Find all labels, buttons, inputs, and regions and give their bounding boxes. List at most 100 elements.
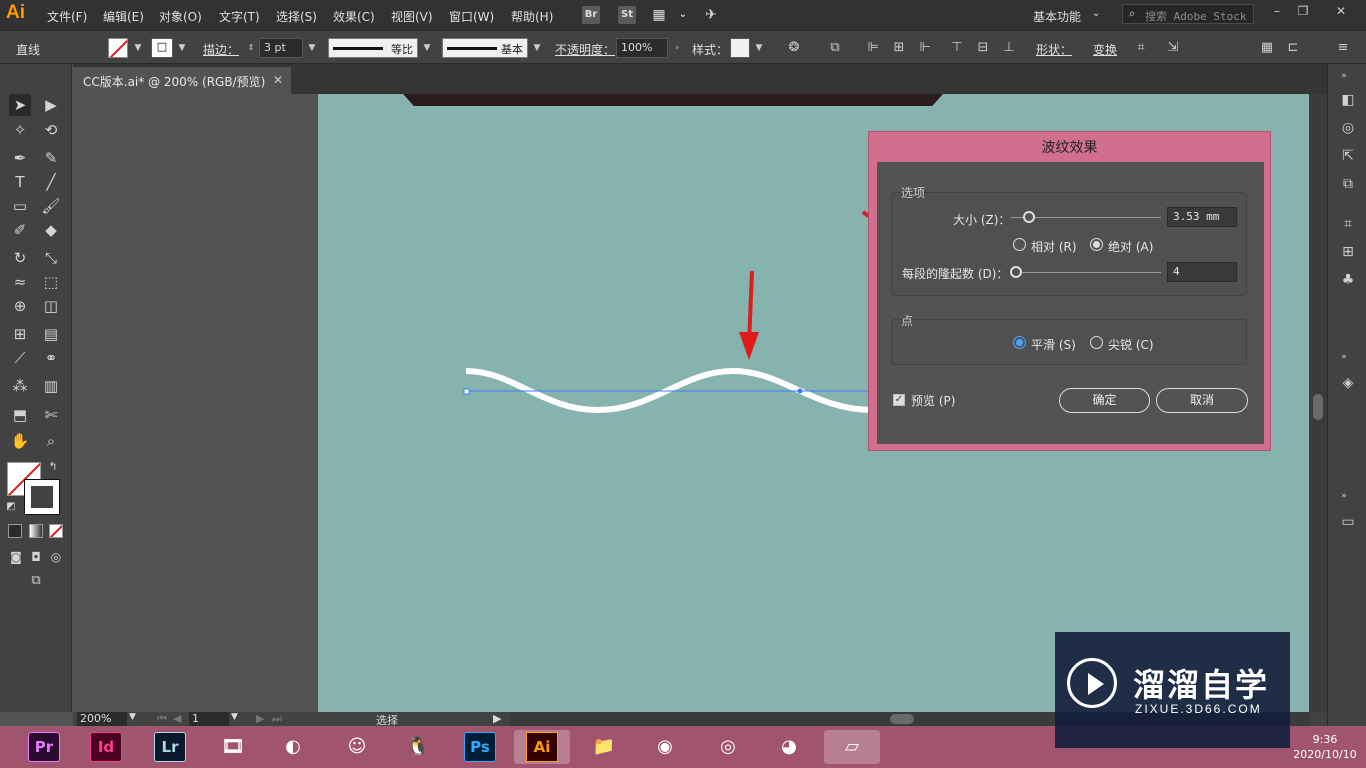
align-center-icon[interactable]: ⊞ (890, 39, 908, 57)
draw-behind-icon[interactable]: ◘ (25, 546, 47, 568)
artboard-tool-icon[interactable]: ⬒ (9, 404, 31, 426)
scroll-thumb[interactable] (1313, 394, 1323, 420)
color-mode-icon[interactable] (8, 524, 22, 538)
magic-wand-tool-icon[interactable]: ✧ (9, 119, 31, 141)
gradient-mode-icon[interactable] (29, 524, 43, 538)
eraser-tool-icon[interactable]: ◆ (40, 219, 62, 241)
blend-tool-icon[interactable]: ⚭ (40, 347, 62, 369)
chat-app-icon[interactable]: ☺ (340, 730, 374, 764)
chrome-icon[interactable]: ◎ (711, 730, 745, 764)
first-artboard-icon[interactable]: ⏮ (157, 712, 167, 726)
transform-each-icon[interactable]: ⇲ (1164, 39, 1182, 57)
notes-icon[interactable]: ▱ (824, 730, 880, 764)
align-bottom-icon[interactable]: ⊥ (1000, 39, 1018, 57)
gradient-tool-icon[interactable]: ▤ (40, 323, 62, 345)
align-middle-icon[interactable]: ⊟ (974, 39, 992, 57)
chevron-down-icon[interactable]: ▼ (231, 712, 238, 722)
restore-icon[interactable]: ❐ (1292, 4, 1314, 20)
lasso-tool-icon[interactable]: ⟲ (40, 119, 62, 141)
curvature-tool-icon[interactable]: ✎ (40, 147, 62, 169)
vertical-scrollbar[interactable] (1309, 94, 1327, 712)
search-input[interactable]: ⌕ 搜索 Adobe Stock (1122, 4, 1254, 24)
stroke-swatch[interactable]: □ (151, 38, 173, 58)
taskbar-premiere[interactable]: Pr (28, 732, 60, 762)
zoom-tool-icon[interactable]: ⌕ (40, 430, 62, 452)
status-menu-icon[interactable]: ▶ (493, 712, 501, 725)
shape-label[interactable]: 形状： (1036, 41, 1072, 58)
collapse-icon[interactable]: » (1334, 66, 1354, 86)
fill-swatch[interactable] (108, 38, 128, 58)
file-explorer-icon[interactable]: 📁 (587, 730, 621, 764)
menu-object[interactable]: 对象(O) (159, 8, 202, 25)
slice-tool-icon[interactable]: ✄ (40, 404, 62, 426)
perspective-grid-tool-icon[interactable]: ◫ (40, 295, 62, 317)
screen-mode-icon[interactable]: ⧉ (25, 570, 47, 592)
width-tool-icon[interactable]: ≈ (9, 271, 31, 293)
chevron-down-icon[interactable]: ▼ (420, 39, 434, 57)
size-input[interactable]: 3.53 mm (1167, 207, 1237, 227)
taskbar-indesign[interactable]: Id (90, 732, 122, 762)
symbols-icon[interactable]: ♣ (1338, 270, 1358, 290)
align-top-icon[interactable]: ⊤ (948, 39, 966, 57)
smooth-radio[interactable] (1013, 336, 1026, 349)
opacity-label[interactable]: 不透明度： (555, 41, 615, 58)
menu-type[interactable]: 文字(T) (219, 8, 260, 25)
default-colors-icon[interactable]: ◩ (4, 500, 18, 514)
mesh-tool-icon[interactable]: ⊞ (9, 323, 31, 345)
menu-edit[interactable]: 编辑(E) (103, 8, 144, 25)
next-artboard-icon[interactable]: ▶ (256, 712, 264, 725)
video-editor-icon[interactable]: 🎞 (216, 730, 250, 764)
ridges-slider[interactable] (1011, 272, 1161, 273)
ok-button[interactable]: 确定 (1059, 388, 1150, 413)
chevron-down-icon[interactable]: ▼ (530, 39, 544, 57)
rotate-tool-icon[interactable]: ↻ (9, 247, 31, 269)
opacity-input[interactable]: 100% (616, 38, 668, 58)
line-tool-icon[interactable]: ╱ (40, 171, 62, 193)
menu-window[interactable]: 窗口(W) (449, 8, 494, 25)
align-panel-icon[interactable]: ⊞ (1338, 242, 1358, 262)
taskbar-lightroom[interactable]: Lr (154, 732, 186, 762)
menu-help[interactable]: 帮助(H) (511, 8, 553, 25)
arrange-documents-icon[interactable]: ▦ (650, 6, 668, 24)
stock-button[interactable]: St (618, 6, 636, 24)
chevron-down-icon[interactable]: ⌄ (674, 6, 692, 24)
transform-panel-icon[interactable]: ⌗ (1338, 214, 1358, 234)
stroke-color[interactable] (24, 479, 60, 515)
menu-view[interactable]: 视图(V) (391, 8, 433, 25)
arrange-icon[interactable]: ▦ (1258, 39, 1276, 57)
artboard-number-field[interactable]: 1 (189, 712, 229, 726)
swap-colors-icon[interactable]: ↰ (46, 460, 60, 474)
pathfinder-icon[interactable]: ⧉ (1338, 174, 1358, 194)
scroll-thumb[interactable] (890, 714, 914, 724)
cancel-button[interactable]: 取消 (1156, 388, 1248, 413)
rectangle-tool-icon[interactable]: ▭ (9, 195, 31, 217)
direct-selection-tool-icon[interactable]: ▶ (40, 94, 62, 116)
zoom-field[interactable]: 200% (77, 712, 127, 726)
draw-normal-icon[interactable]: ◙ (5, 546, 27, 568)
previous-artboard-icon[interactable]: ◀ (173, 712, 181, 725)
preview-checkbox[interactable]: ✓ (893, 394, 905, 406)
minimize-icon[interactable]: – (1266, 4, 1288, 20)
system-clock[interactable]: 9:36 2020/10/10 (1290, 732, 1360, 762)
hand-tool-icon[interactable]: ✋ (9, 430, 31, 452)
isolate-icon[interactable]: ⌗ (1132, 39, 1150, 57)
chevron-down-icon[interactable]: ▼ (305, 39, 319, 57)
close-icon[interactable]: ✕ (1330, 4, 1352, 20)
bridge-button[interactable]: Br (582, 6, 600, 24)
ridges-slider-knob[interactable] (1009, 266, 1022, 278)
color-guide-icon[interactable]: ◧ (1338, 90, 1358, 110)
layers-icon[interactable]: ◈ (1338, 373, 1358, 393)
media-app-icon[interactable]: ◕ (772, 730, 806, 764)
corner-radio[interactable] (1090, 336, 1103, 349)
chevron-down-icon[interactable]: ⌄ (1092, 8, 1100, 19)
gpu-performance-icon[interactable]: ✈ (702, 6, 720, 24)
stepper-icon[interactable]: ⇕ (244, 39, 258, 57)
free-transform-tool-icon[interactable]: ⬚ (40, 271, 62, 293)
pen-tool-icon[interactable]: ✒ (9, 147, 31, 169)
column-graph-tool-icon[interactable]: ▥ (40, 375, 62, 397)
chevron-right-icon[interactable]: › (670, 39, 684, 57)
qq-icon[interactable]: 🐧 (401, 730, 435, 764)
eyedropper-tool-icon[interactable]: ⟋ (9, 347, 31, 369)
relative-radio[interactable] (1013, 238, 1026, 251)
menu-file[interactable]: 文件(F) (47, 8, 87, 25)
